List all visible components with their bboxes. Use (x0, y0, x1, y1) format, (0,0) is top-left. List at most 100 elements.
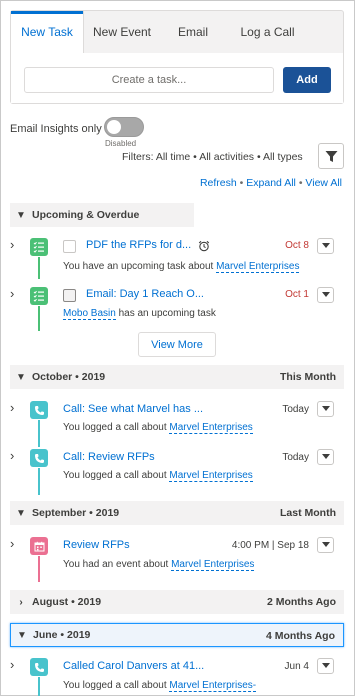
call-icon (30, 401, 48, 419)
subtitle-text: You had an event about (63, 559, 172, 570)
task-checkbox[interactable] (63, 289, 76, 302)
tab-log-a-call[interactable]: Log a Call (226, 11, 309, 53)
timeline-line (38, 257, 40, 279)
subtitle-text: You have an upcoming task about (63, 261, 217, 272)
chevron-down-icon (321, 542, 330, 547)
item-title-link[interactable]: Call: Review RFPs (63, 451, 213, 463)
alarm-clock-icon (198, 240, 210, 252)
item-date: Jun 4 (284, 661, 309, 672)
item-menu-button[interactable] (317, 287, 334, 303)
item-title-link[interactable]: Review RFPs (63, 539, 183, 551)
related-record-link[interactable]: Marvel Enterprises- (169, 680, 257, 692)
section-relative-time: 4 Months Ago (265, 630, 335, 642)
chevron-down-icon: ▼ (16, 371, 26, 383)
item-title-link[interactable]: PDF the RFPs for d... (86, 239, 194, 251)
section-title: September • 2019 (32, 507, 120, 519)
email-insights-toggle[interactable] (104, 117, 144, 137)
chevron-down-icon (321, 406, 330, 411)
expand-chevron-icon[interactable]: › (10, 536, 14, 551)
toggle-knob (107, 120, 121, 134)
related-record-link[interactable]: Mobo Basin (63, 308, 116, 320)
activity-composer: New Task New Event Email Log a Call Add (10, 10, 344, 104)
expand-all-link[interactable]: Expand All (246, 177, 296, 189)
subtitle-text: You logged a call about (63, 680, 170, 691)
related-record-link[interactable]: Marvel Enterprises (169, 470, 253, 482)
section-title: August • 2019 (32, 596, 102, 608)
filter-button[interactable] (318, 143, 344, 169)
item-title-link[interactable]: Email: Day 1 Reach O... (86, 288, 211, 300)
related-record-link[interactable]: Marvel Enterprises (216, 261, 300, 273)
tab-email[interactable]: Email (160, 11, 226, 53)
section-relative-time: This Month (280, 371, 336, 383)
chevron-down-icon: ▼ (16, 507, 26, 519)
due-date: Oct 8 (285, 240, 309, 251)
item-menu-button[interactable] (317, 537, 334, 553)
section-title: June • 2019 (33, 629, 91, 641)
section-september-2019[interactable]: ▼ September • 2019 Last Month (10, 501, 344, 525)
expand-chevron-icon[interactable]: › (10, 448, 14, 463)
expand-chevron-icon[interactable]: › (10, 286, 14, 301)
chevron-down-icon: ▼ (17, 629, 27, 641)
create-task-input[interactable] (24, 67, 274, 93)
item-subtitle: You have an upcoming task about Marvel E… (63, 261, 300, 273)
section-october-2019[interactable]: ▼ October • 2019 This Month (10, 365, 344, 389)
composer-tabs: New Task New Event Email Log a Call (11, 11, 343, 53)
tab-new-event[interactable]: New Event (84, 11, 160, 53)
toggle-state-label: Disabled (105, 139, 137, 148)
event-icon (30, 537, 48, 555)
chevron-down-icon: ▼ (16, 209, 26, 221)
item-date: 4:00 PM | Sep 18 (231, 540, 309, 551)
item-menu-button[interactable] (317, 449, 334, 465)
email-insights-label: Email Insights only (10, 123, 102, 135)
expand-chevron-icon[interactable]: › (10, 400, 14, 415)
timeline-line (38, 677, 40, 696)
item-date: Today (282, 404, 309, 415)
section-title: Upcoming & Overdue (32, 209, 140, 221)
tab-new-task[interactable]: New Task (11, 11, 84, 53)
subtitle-text: You logged a call about (63, 470, 170, 481)
section-relative-time: Last Month (280, 507, 336, 519)
refresh-link[interactable]: Refresh (200, 177, 237, 189)
view-all-link[interactable]: View All (305, 177, 342, 189)
expand-chevron-icon[interactable]: › (10, 657, 14, 672)
item-subtitle: You had an event about Marvel Enterprise… (63, 559, 255, 571)
filters-summary: Filters: All time • All activities • All… (122, 151, 303, 163)
related-record-link[interactable]: Marvel Enterprises (169, 422, 253, 434)
item-title-link[interactable]: Called Carol Danvers at 41... (63, 660, 213, 672)
call-icon (30, 658, 48, 676)
item-menu-button[interactable] (317, 658, 334, 674)
call-icon (30, 449, 48, 467)
subtitle-text: has an upcoming task (115, 308, 216, 319)
filter-icon (325, 150, 337, 162)
task-icon (30, 287, 48, 305)
composer-body: Add (11, 53, 343, 103)
item-subtitle: Mobo Basin has an upcoming task (63, 308, 216, 320)
link-separator: • (298, 177, 303, 189)
item-subtitle: You logged a call about Marvel Enterpris… (63, 422, 253, 434)
chevron-down-icon (321, 663, 330, 668)
item-menu-button[interactable] (317, 238, 334, 254)
section-august-2019[interactable]: › August • 2019 2 Months Ago (10, 590, 344, 614)
due-date: Oct 1 (285, 289, 309, 300)
related-record-link[interactable]: Marvel Enterprises (171, 559, 255, 571)
timeline-line (38, 420, 40, 447)
timeline-line (38, 556, 40, 582)
expand-chevron-icon[interactable]: › (10, 237, 14, 252)
add-button[interactable]: Add (283, 67, 331, 93)
chevron-down-icon (321, 454, 330, 459)
link-separator: • (239, 177, 244, 189)
task-icon (30, 238, 48, 256)
item-date: Today (282, 452, 309, 463)
section-title: October • 2019 (32, 371, 106, 383)
section-upcoming-overdue[interactable]: ▼ Upcoming & Overdue (10, 203, 194, 227)
section-june-2019[interactable]: ▼ June • 2019 4 Months Ago (10, 623, 344, 647)
chevron-down-icon (321, 292, 330, 297)
item-title-link[interactable]: Call: See what Marvel has ... (63, 403, 213, 415)
task-checkbox[interactable] (63, 240, 76, 253)
view-more-button[interactable]: View More (138, 332, 216, 357)
chevron-down-icon (321, 243, 330, 248)
item-menu-button[interactable] (317, 401, 334, 417)
timeline-line (38, 306, 40, 331)
subtitle-text: You logged a call about (63, 422, 170, 433)
timeline-line (38, 468, 40, 495)
